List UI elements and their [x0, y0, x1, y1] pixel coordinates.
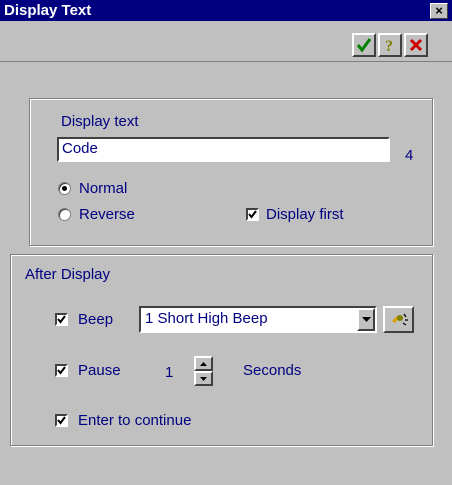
close-icon: ×	[435, 3, 443, 18]
radio-normal[interactable]	[58, 182, 71, 195]
checkmark-icon	[356, 38, 372, 53]
svg-text:?: ?	[385, 38, 393, 53]
display-text-input[interactable]: Code	[57, 137, 390, 162]
spin-up-icon	[200, 361, 207, 366]
beep-select-value: 1 Short High Beep	[145, 310, 268, 327]
check-icon	[248, 210, 257, 219]
close-button[interactable]: ×	[430, 3, 448, 19]
beep-test-icon	[391, 313, 408, 326]
help-button[interactable]: ?	[378, 33, 402, 57]
pause-value: 1	[165, 364, 174, 381]
display-first-checkbox[interactable]	[246, 208, 259, 221]
char-count: 4	[405, 147, 414, 164]
beep-test-button[interactable]	[383, 306, 414, 333]
pause-decrement[interactable]	[194, 371, 213, 386]
pause-label: Pause	[78, 362, 121, 379]
after-display-label: After Display	[25, 266, 111, 283]
display-text-label: Display text	[61, 113, 139, 130]
pause-checkbox[interactable]	[55, 364, 68, 377]
spin-down-icon	[200, 376, 207, 381]
title-bar: Display Text ×	[0, 0, 452, 21]
beep-label: Beep	[78, 311, 114, 328]
toolbar: ?	[0, 21, 452, 62]
enter-continue-label: Enter to continue	[78, 412, 192, 429]
cancel-button[interactable]	[404, 33, 428, 57]
check-icon	[57, 315, 66, 324]
window-title: Display Text	[4, 2, 92, 19]
ok-button[interactable]	[352, 33, 376, 57]
radio-reverse[interactable]	[58, 208, 71, 221]
radio-normal-label: Normal	[79, 180, 128, 197]
red-x-icon	[409, 38, 423, 52]
beep-checkbox[interactable]	[55, 313, 68, 326]
display-first-label: Display first	[266, 206, 344, 223]
check-icon	[57, 366, 66, 375]
beep-select[interactable]: 1 Short High Beep	[139, 306, 377, 333]
enter-continue-checkbox[interactable]	[55, 414, 68, 427]
dialog-bottom	[0, 455, 452, 485]
question-icon: ?	[385, 38, 393, 53]
radio-reverse-label: Reverse	[79, 206, 135, 223]
chevron-down-icon	[361, 316, 371, 322]
beep-dropdown-button[interactable]	[357, 308, 375, 331]
pause-unit: Seconds	[243, 362, 302, 379]
check-icon	[57, 416, 66, 425]
display-text-value: Code	[62, 140, 98, 157]
pause-increment[interactable]	[194, 356, 213, 371]
